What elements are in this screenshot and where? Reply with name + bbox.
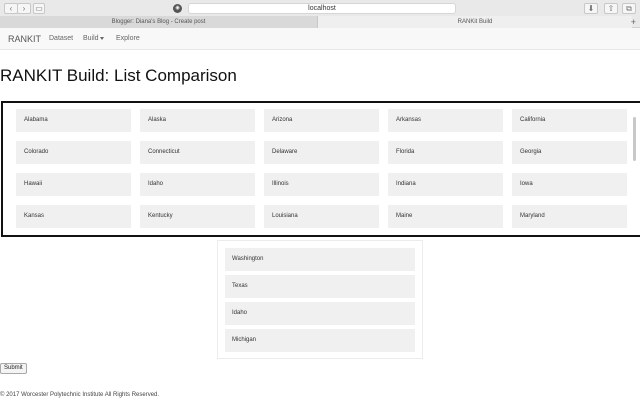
site-icon: ◉ (173, 4, 182, 13)
target-list-panel[interactable]: Washington Texas Idaho Michigan (217, 240, 423, 359)
app-navbar: RANKIT Dataset Build Explore (0, 28, 640, 50)
target-list-item[interactable]: Texas (225, 275, 415, 298)
submit-button[interactable]: Submit (0, 363, 27, 374)
browser-toolbar: ‹ › ▭ ◉ localhost ⬇ ⇧ ⧉ (0, 0, 640, 16)
source-list-item[interactable]: Florida (388, 141, 503, 164)
nav-build[interactable]: Build (83, 28, 104, 50)
nav-dataset[interactable]: Dataset (49, 28, 73, 50)
source-list-panel[interactable]: Alabama Alaska Arizona Arkansas California Co… (1, 101, 640, 237)
footer-copyright: © 2017 Worcester Polytechnic Institute A… (0, 392, 160, 398)
source-list-item[interactable]: Maryland (512, 205, 627, 228)
new-tab-icon[interactable]: + (631, 16, 636, 28)
tab-rankit-build[interactable]: RANKit Build (318, 16, 632, 28)
nav-explore[interactable]: Explore (116, 28, 140, 50)
source-list-item[interactable]: Idaho (140, 173, 255, 196)
tab-strip: Blogger: Diana's Blog - Create post RANK… (0, 16, 640, 28)
caret-down-icon (99, 36, 104, 40)
target-list-item[interactable]: Washington (225, 248, 415, 271)
source-list-item[interactable]: Alabama (16, 109, 131, 132)
target-list-item[interactable]: Michigan (225, 329, 415, 352)
source-list-item[interactable]: Hawaii (16, 173, 131, 196)
source-list-item[interactable]: California (512, 109, 627, 132)
source-list-item[interactable]: Kentucky (140, 205, 255, 228)
source-list-item[interactable]: Kansas (16, 205, 131, 228)
share-icon[interactable]: ⇧ (604, 3, 618, 14)
page-title: RANKIT Build: List Comparison (0, 66, 237, 85)
source-list-item[interactable]: Colorado (16, 141, 131, 164)
tabs-overview-icon[interactable]: ⧉ (622, 3, 636, 14)
source-list-item[interactable]: Alaska (140, 109, 255, 132)
scrollbar[interactable] (633, 117, 636, 161)
nav-build-label: Build (83, 35, 99, 42)
address-bar[interactable]: localhost (188, 3, 456, 14)
forward-icon[interactable]: › (17, 3, 31, 14)
source-list-item[interactable]: Georgia (512, 141, 627, 164)
source-list-item[interactable]: Louisiana (264, 205, 379, 228)
source-list-item[interactable]: Illinois (264, 173, 379, 196)
source-list-item[interactable]: Arizona (264, 109, 379, 132)
browser-chrome: ‹ › ▭ ◉ localhost ⬇ ⇧ ⧉ Blogger: Diana's… (0, 0, 640, 28)
source-list-item[interactable]: Maine (388, 205, 503, 228)
brand-link[interactable]: RANKIT (8, 28, 41, 50)
back-icon[interactable]: ‹ (4, 3, 18, 14)
download-icon[interactable]: ⬇ (584, 3, 598, 14)
target-list-item[interactable]: Idaho (225, 302, 415, 325)
source-list-item[interactable]: Connecticut (140, 141, 255, 164)
source-list-item[interactable]: Arkansas (388, 109, 503, 132)
source-list-item[interactable]: Indiana (388, 173, 503, 196)
source-list-item[interactable]: Delaware (264, 141, 379, 164)
source-list-item[interactable]: Iowa (512, 173, 627, 196)
tab-blogger[interactable]: Blogger: Diana's Blog - Create post (0, 16, 318, 28)
sidebar-icon[interactable]: ▭ (33, 3, 45, 14)
